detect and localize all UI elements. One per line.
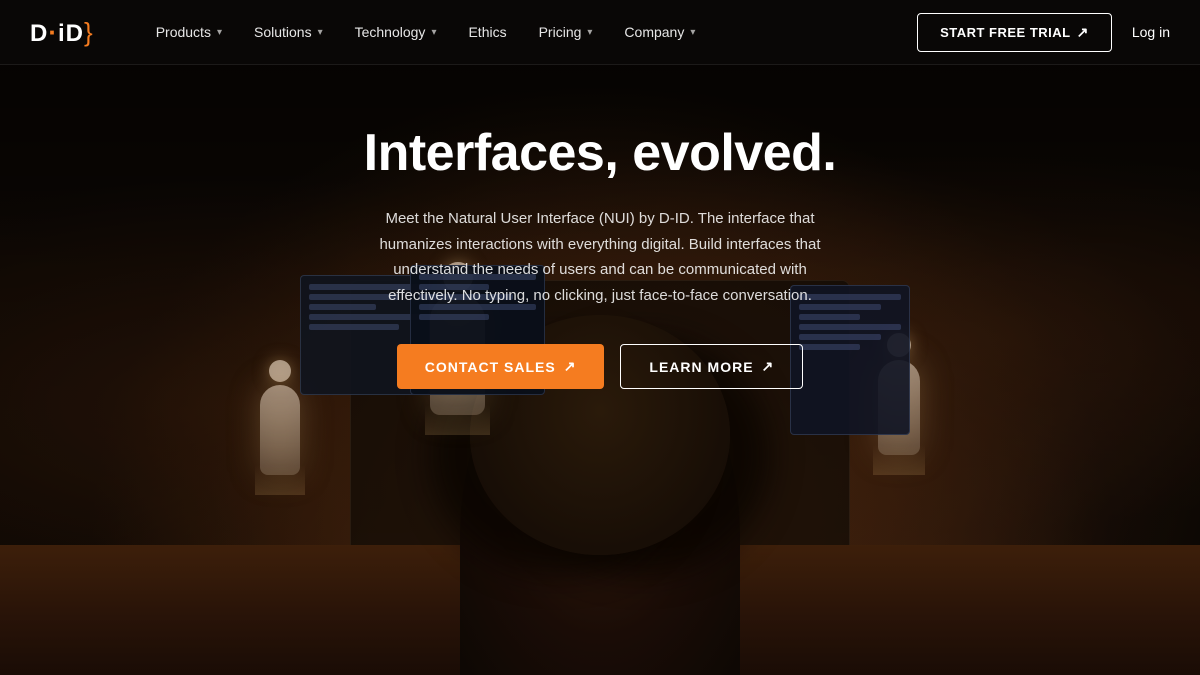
nav-item-company[interactable]: Company ▾ xyxy=(612,16,707,48)
nav-item-solutions[interactable]: Solutions ▾ xyxy=(242,16,335,48)
chevron-down-icon: ▾ xyxy=(431,27,436,38)
nav-label-company: Company xyxy=(624,24,684,40)
start-trial-button[interactable]: START FREE TRIAL ↗ xyxy=(917,13,1112,52)
nav-item-pricing[interactable]: Pricing ▾ xyxy=(527,16,605,48)
contact-button-label: CONTACT SALES xyxy=(425,359,556,375)
nav-label-technology: Technology xyxy=(355,24,426,40)
learn-button-label: LEARN MORE xyxy=(649,359,753,375)
nav-actions: START FREE TRIAL ↗ Log in xyxy=(917,13,1170,52)
chevron-down-icon: ▾ xyxy=(318,27,323,38)
contact-sales-button[interactable]: CONTACT SALES ↗ xyxy=(397,344,605,389)
hero-title: Interfaces, evolved. xyxy=(364,125,837,182)
hero-subtitle: Meet the Natural User Interface (NUI) by… xyxy=(360,206,840,308)
nav-item-ethics[interactable]: Ethics xyxy=(456,16,518,48)
logo-text-d: D xyxy=(30,20,48,47)
arrow-icon: ↗ xyxy=(1077,24,1089,41)
login-label: Log in xyxy=(1132,24,1170,40)
nav-label-solutions: Solutions xyxy=(254,24,312,40)
trial-button-label: START FREE TRIAL xyxy=(940,25,1071,40)
nav-item-products[interactable]: Products ▾ xyxy=(144,16,234,48)
logo[interactable]: D·iD} xyxy=(30,17,94,48)
nav-label-ethics: Ethics xyxy=(468,24,506,40)
logo-bracket: · xyxy=(48,17,58,47)
nav-label-products: Products xyxy=(156,24,211,40)
hero-section: Interfaces, evolved. Meet the Natural Us… xyxy=(0,65,1200,389)
logo-brace: } xyxy=(84,17,94,47)
logo-text-id: iD xyxy=(58,20,84,47)
nav-label-pricing: Pricing xyxy=(539,24,582,40)
chevron-down-icon: ▾ xyxy=(217,27,222,38)
navbar: D·iD} Products ▾ Solutions ▾ Technology … xyxy=(0,0,1200,65)
nav-links: Products ▾ Solutions ▾ Technology ▾ Ethi… xyxy=(144,16,917,48)
chevron-down-icon: ▾ xyxy=(587,27,592,38)
learn-more-button[interactable]: LEARN MORE ↗ xyxy=(620,344,803,389)
hero-buttons: CONTACT SALES ↗ LEARN MORE ↗ xyxy=(397,344,804,389)
chevron-down-icon: ▾ xyxy=(690,27,695,38)
nav-item-technology[interactable]: Technology ▾ xyxy=(343,16,449,48)
arrow-icon: ↗ xyxy=(762,358,775,375)
login-link[interactable]: Log in xyxy=(1132,24,1170,40)
arrow-icon: ↗ xyxy=(564,358,577,375)
